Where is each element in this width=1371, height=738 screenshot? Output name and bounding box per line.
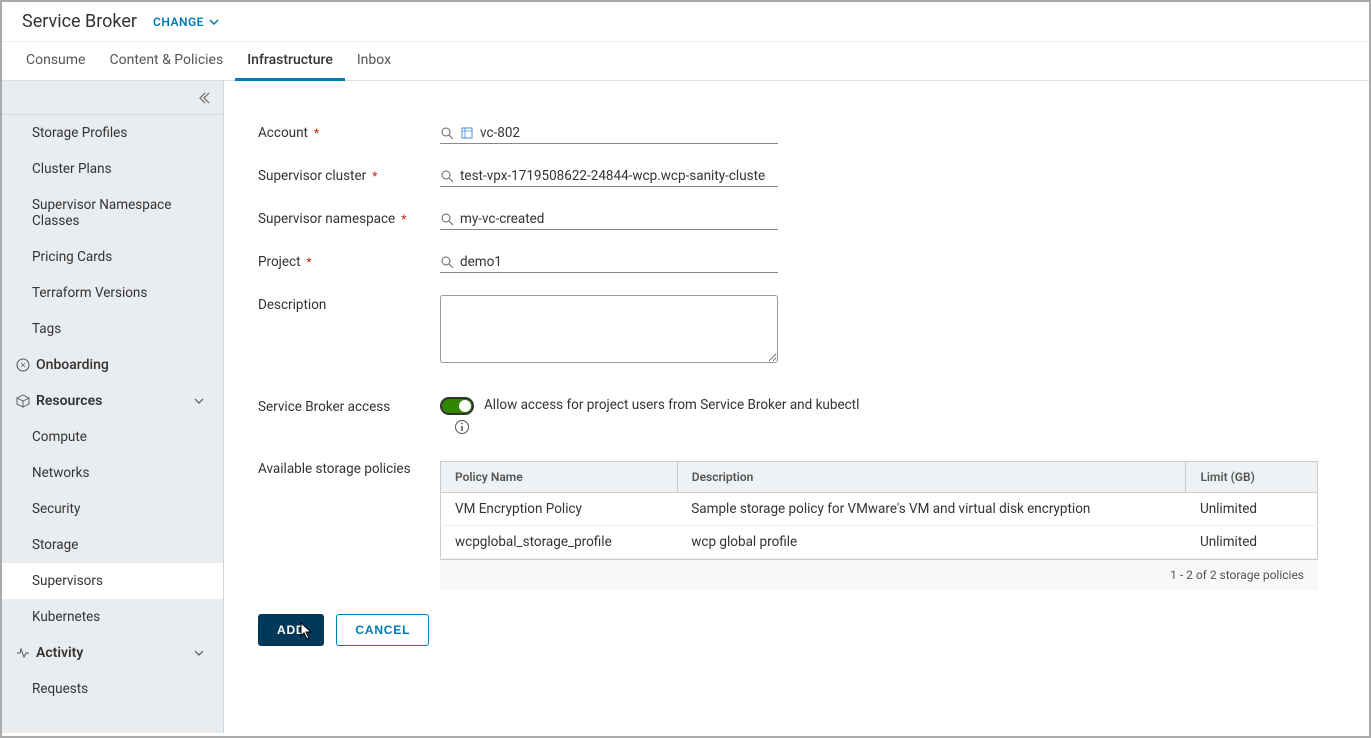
- cell-policy-limit: Unlimited: [1186, 493, 1318, 526]
- cluster-value: test-vpx-1719508622-24844-wcp.wcp-sanity…: [460, 168, 765, 184]
- cell-policy-name: wcpglobal_storage_profile: [441, 526, 678, 559]
- sidebar-item-terraform-versions[interactable]: Terraform Versions: [2, 275, 223, 311]
- namespace-value: my-vc-created: [460, 211, 544, 227]
- sidebar-section-activity[interactable]: Activity: [2, 635, 223, 671]
- compass-icon: [16, 358, 30, 372]
- tab-consume[interactable]: Consume: [14, 42, 97, 80]
- sidebar-item-kubernetes[interactable]: Kubernetes: [2, 599, 223, 635]
- access-label: Service Broker access: [258, 397, 440, 435]
- cell-policy-desc: Sample storage policy for VMware's VM an…: [677, 493, 1186, 526]
- sidebar: Storage Profiles Cluster Plans Superviso…: [2, 81, 224, 733]
- sidebar-item-requests[interactable]: Requests: [2, 671, 223, 707]
- namespace-label: Supervisor namespace*: [258, 209, 440, 227]
- policies-header-limit[interactable]: Limit (GB): [1186, 462, 1318, 493]
- app-header: Service Broker CHANGE: [2, 2, 1369, 42]
- search-icon: [440, 126, 454, 140]
- access-text: Allow access for project users from Serv…: [484, 397, 859, 413]
- table-row[interactable]: wcpglobal_storage_profile wcp global pro…: [441, 526, 1318, 559]
- project-field[interactable]: demo1: [440, 252, 778, 273]
- sidebar-item-tags[interactable]: Tags: [2, 311, 223, 347]
- main-tabs: Consume Content & Policies Infrastructur…: [2, 42, 1369, 81]
- project-value: demo1: [460, 254, 502, 270]
- access-toggle[interactable]: [440, 397, 474, 415]
- search-icon: [440, 169, 454, 183]
- add-button[interactable]: ADD: [258, 614, 324, 646]
- tab-infrastructure[interactable]: Infrastructure: [235, 42, 345, 80]
- chevron-down-icon: [193, 647, 205, 659]
- sidebar-section-onboarding[interactable]: Onboarding: [2, 347, 223, 383]
- sidebar-section-label: Onboarding: [36, 357, 109, 373]
- collapse-icon: [197, 91, 211, 105]
- chevron-down-icon: [208, 16, 220, 28]
- policies-footer: 1 - 2 of 2 storage policies: [440, 559, 1318, 590]
- cluster-label: Supervisor cluster*: [258, 166, 440, 184]
- policies-header-name[interactable]: Policy Name: [441, 462, 678, 493]
- search-icon: [440, 212, 454, 226]
- sidebar-item-pricing-cards[interactable]: Pricing Cards: [2, 239, 223, 275]
- description-label: Description: [258, 295, 440, 313]
- sidebar-section-label: Activity: [36, 645, 83, 661]
- cell-policy-limit: Unlimited: [1186, 526, 1318, 559]
- change-link[interactable]: CHANGE: [153, 15, 220, 29]
- sidebar-item-storage-profiles[interactable]: Storage Profiles: [2, 115, 223, 151]
- sidebar-item-compute[interactable]: Compute: [2, 419, 223, 455]
- info-icon[interactable]: [454, 419, 470, 435]
- sidebar-item-supervisor-ns-classes[interactable]: Supervisor Namespace Classes: [2, 187, 223, 239]
- cluster-field[interactable]: test-vpx-1719508622-24844-wcp.wcp-sanity…: [440, 166, 778, 187]
- account-label: Account*: [258, 123, 440, 141]
- policies-label: Available storage policies: [258, 461, 440, 590]
- search-icon: [440, 255, 454, 269]
- change-link-label: CHANGE: [153, 15, 204, 29]
- account-value: vc-802: [480, 125, 520, 141]
- sidebar-item-security[interactable]: Security: [2, 491, 223, 527]
- sidebar-item-supervisors[interactable]: Supervisors: [2, 563, 223, 599]
- chevron-down-icon: [193, 395, 205, 407]
- app-title: Service Broker: [22, 11, 137, 32]
- cell-policy-name: VM Encryption Policy: [441, 493, 678, 526]
- project-label: Project*: [258, 252, 440, 270]
- tab-inbox[interactable]: Inbox: [345, 42, 403, 80]
- policies-table-wrap: Policy Name Description Limit (GB) VM En…: [440, 461, 1318, 590]
- cell-policy-desc: wcp global profile: [677, 526, 1186, 559]
- table-row[interactable]: VM Encryption Policy Sample storage poli…: [441, 493, 1318, 526]
- sidebar-collapse[interactable]: [2, 81, 223, 115]
- description-textarea[interactable]: [440, 295, 778, 363]
- policies-table: Policy Name Description Limit (GB) VM En…: [440, 461, 1318, 559]
- namespace-field[interactable]: my-vc-created: [440, 209, 778, 230]
- activity-icon: [16, 646, 30, 660]
- sidebar-item-storage[interactable]: Storage: [2, 527, 223, 563]
- policies-header-desc[interactable]: Description: [677, 462, 1186, 493]
- sidebar-item-cluster-plans[interactable]: Cluster Plans: [2, 151, 223, 187]
- main-panel: Account* vc-802 Supervisor cluster* test…: [224, 81, 1369, 733]
- tab-content-policies[interactable]: Content & Policies: [97, 42, 235, 80]
- sidebar-section-label: Resources: [36, 393, 102, 409]
- cube-icon: [16, 394, 30, 408]
- datacenter-icon: [460, 126, 474, 140]
- sidebar-section-resources[interactable]: Resources: [2, 383, 223, 419]
- account-field[interactable]: vc-802: [440, 123, 778, 144]
- cancel-button[interactable]: CANCEL: [336, 614, 429, 646]
- sidebar-item-networks[interactable]: Networks: [2, 455, 223, 491]
